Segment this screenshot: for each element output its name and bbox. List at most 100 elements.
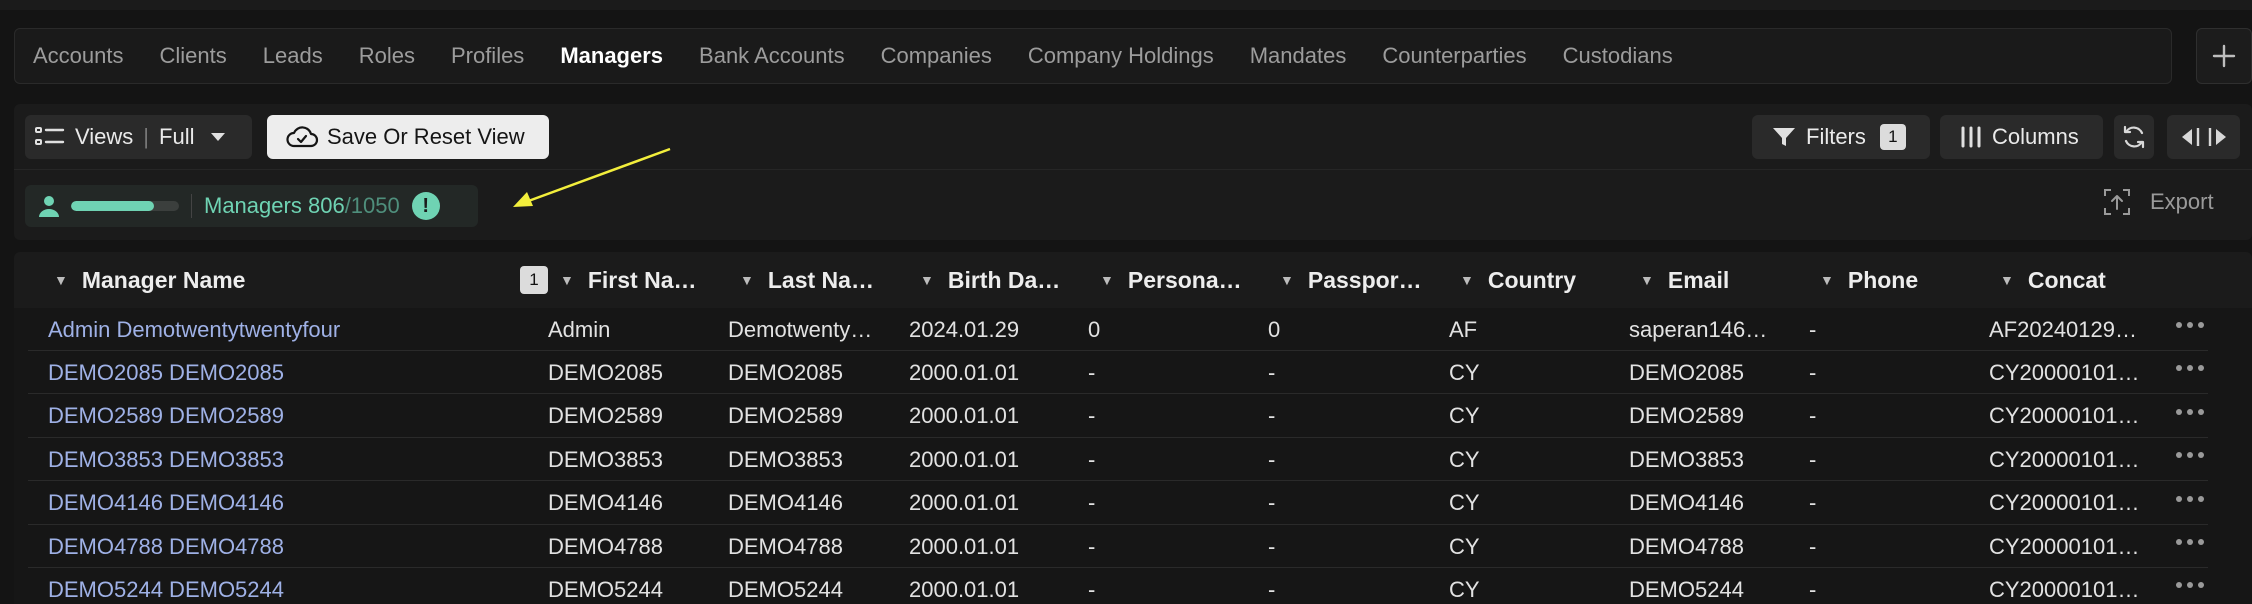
- table-cell: -: [1809, 490, 1817, 516]
- dot: [2176, 582, 2182, 589]
- export-button[interactable]: Export: [2102, 187, 2214, 217]
- views-value: Full: [159, 124, 195, 149]
- table-cell: DEMO4788: [548, 533, 663, 559]
- table-cell: CY: [1449, 533, 1480, 559]
- export-label: Export: [2150, 189, 2214, 214]
- table-row[interactable]: DEMO2589 DEMO2589 DEMO2589 DEMO2589 2000.01…: [28, 395, 2208, 438]
- tab-managers[interactable]: Managers: [560, 43, 663, 69]
- manager-name-link[interactable]: DEMO2589 DEMO2589: [48, 395, 528, 438]
- table-cell: DEMO5244: [548, 576, 663, 602]
- column-header[interactable]: ▼ Birth Da…: [920, 252, 1060, 308]
- tab-company-holdings[interactable]: Company Holdings: [1028, 43, 1214, 69]
- cloud-icon: [286, 126, 319, 148]
- manager-name-link[interactable]: DEMO4788 DEMO4788: [48, 525, 528, 568]
- table-row[interactable]: DEMO4146 DEMO4146 DEMO4146 DEMO4146 2000.01…: [28, 482, 2208, 525]
- annotation-arrow-icon: [513, 147, 671, 207]
- column-header[interactable]: ▼ Phone: [1820, 252, 1918, 308]
- dot: [2187, 582, 2193, 589]
- tab-custodians[interactable]: Custodians: [1563, 43, 1673, 69]
- row-actions-icon[interactable]: [2176, 452, 2204, 459]
- column-header[interactable]: ▼ Email: [1640, 252, 1729, 308]
- funnel-icon: [1773, 128, 1795, 146]
- columns-button[interactable]: Columns: [1940, 115, 2103, 159]
- views-dropdown[interactable]: Views | Full: [25, 115, 252, 159]
- row-actions-icon[interactable]: [2176, 322, 2204, 328]
- count-separator: [191, 194, 192, 218]
- tab-mandates[interactable]: Mandates: [1250, 43, 1347, 69]
- add-tab-button[interactable]: [2196, 28, 2252, 84]
- sort-caret-icon[interactable]: ▼: [54, 272, 68, 288]
- row-actions-icon[interactable]: [2176, 408, 2204, 415]
- table-cell: DEMO3853: [1629, 446, 1744, 472]
- manager-name-link[interactable]: Admin Demotwentytwentyfour: [48, 308, 528, 351]
- table-row[interactable]: DEMO4788 DEMO4788 DEMO4788 DEMO4788 2000.01…: [28, 525, 2208, 568]
- warning-icon[interactable]: !: [411, 192, 440, 220]
- table-cell: DEMO2589: [728, 403, 843, 429]
- row-actions-icon[interactable]: [2176, 495, 2204, 502]
- dot: [2187, 408, 2193, 415]
- table-cell: 2024.01.29: [909, 316, 1020, 342]
- tab-companies[interactable]: Companies: [881, 43, 992, 69]
- table-cell: DEMO4146: [548, 490, 663, 516]
- dot: [2176, 452, 2182, 459]
- table-cell: DEMO2085: [1629, 359, 1744, 385]
- table-cell: AF: [1449, 316, 1478, 342]
- tab-leads[interactable]: Leads: [263, 43, 323, 69]
- filters-button[interactable]: Filters 1: [1752, 115, 1930, 159]
- table-cell: CY20000101…: [1989, 576, 2140, 602]
- tab-bank-accounts[interactable]: Bank Accounts: [699, 43, 845, 69]
- table-row[interactable]: DEMO2085 DEMO2085 DEMO2085 DEMO2085 2000.01…: [28, 351, 2208, 395]
- manager-name-link[interactable]: DEMO4146 DEMO4146: [48, 482, 528, 525]
- column-header[interactable]: ▼ First Na…: [560, 252, 697, 308]
- table-cell: 2000.01.01: [909, 403, 1020, 429]
- sort-caret-icon[interactable]: ▼: [740, 272, 754, 288]
- dot: [2198, 495, 2204, 502]
- row-actions-icon[interactable]: [2176, 539, 2204, 545]
- column-header[interactable]: ▼ Concat: [2000, 252, 2106, 308]
- table-row[interactable]: DEMO5244 DEMO5244 DEMO5244 DEMO5244 2000.01…: [28, 568, 2208, 604]
- refresh-icon: [2123, 125, 2145, 149]
- sort-caret-icon[interactable]: ▼: [1100, 272, 1114, 288]
- table-cell: DEMO5244: [1629, 576, 1744, 602]
- sort-caret-icon[interactable]: ▼: [1640, 272, 1654, 288]
- chevron-down-icon: [211, 133, 226, 141]
- table-cell: DEMO3853: [548, 446, 663, 472]
- column-header[interactable]: ▼ Country: [1460, 252, 1576, 308]
- column-header[interactable]: ▼ Last Na…: [740, 252, 874, 308]
- table-row[interactable]: DEMO3853 DEMO3853 DEMO3853 DEMO3853 2000.01…: [28, 438, 2208, 482]
- table-cell: -: [1809, 316, 1817, 342]
- tab-counterparties[interactable]: Counterparties: [1382, 43, 1526, 69]
- tab-clients[interactable]: Clients: [160, 43, 227, 69]
- dot: [2198, 365, 2204, 372]
- table-cell: 0: [1268, 316, 1281, 342]
- toggle-panels-button[interactable]: [2167, 115, 2240, 159]
- table-cell: -: [1809, 576, 1817, 602]
- sort-caret-icon[interactable]: ▼: [1280, 272, 1294, 288]
- sort-caret-icon[interactable]: ▼: [1460, 272, 1474, 288]
- sort-caret-icon[interactable]: ▼: [2000, 272, 2014, 288]
- table-cell: 2000.01.01: [909, 446, 1020, 472]
- column-header[interactable]: ▼ Passpor…: [1280, 252, 1422, 308]
- row-actions-icon[interactable]: [2176, 582, 2204, 589]
- refresh-button[interactable]: [2114, 115, 2154, 159]
- table-row[interactable]: Admin Demotwentytwentyfour Admin Demotwent…: [28, 308, 2208, 351]
- tab-roles[interactable]: Roles: [359, 43, 415, 69]
- column-header[interactable]: ▼ Persona…: [1100, 252, 1242, 308]
- table-cell: -: [1088, 446, 1096, 472]
- toolbar-divider: [14, 169, 2252, 170]
- record-count-indicator: Managers 806/1050 !: [25, 185, 478, 227]
- manager-name-link[interactable]: DEMO5244 DEMO5244: [48, 568, 528, 604]
- table-cell: -: [1088, 490, 1096, 516]
- manager-name-link[interactable]: DEMO3853 DEMO3853: [48, 438, 528, 481]
- row-actions-icon[interactable]: [2176, 365, 2204, 372]
- table-cell: Demotwenty…: [728, 316, 873, 342]
- tab-accounts[interactable]: Accounts: [33, 43, 124, 69]
- count-shown: 806: [307, 193, 345, 218]
- table-cell: CY20000101…: [1989, 359, 2140, 385]
- column-header[interactable]: ▼ Manager Name 1: [54, 252, 548, 308]
- sort-caret-icon[interactable]: ▼: [920, 272, 934, 288]
- manager-name-link[interactable]: DEMO2085 DEMO2085: [48, 351, 528, 394]
- sort-caret-icon[interactable]: ▼: [560, 272, 574, 288]
- tab-profiles[interactable]: Profiles: [451, 43, 524, 69]
- sort-caret-icon[interactable]: ▼: [1820, 272, 1834, 288]
